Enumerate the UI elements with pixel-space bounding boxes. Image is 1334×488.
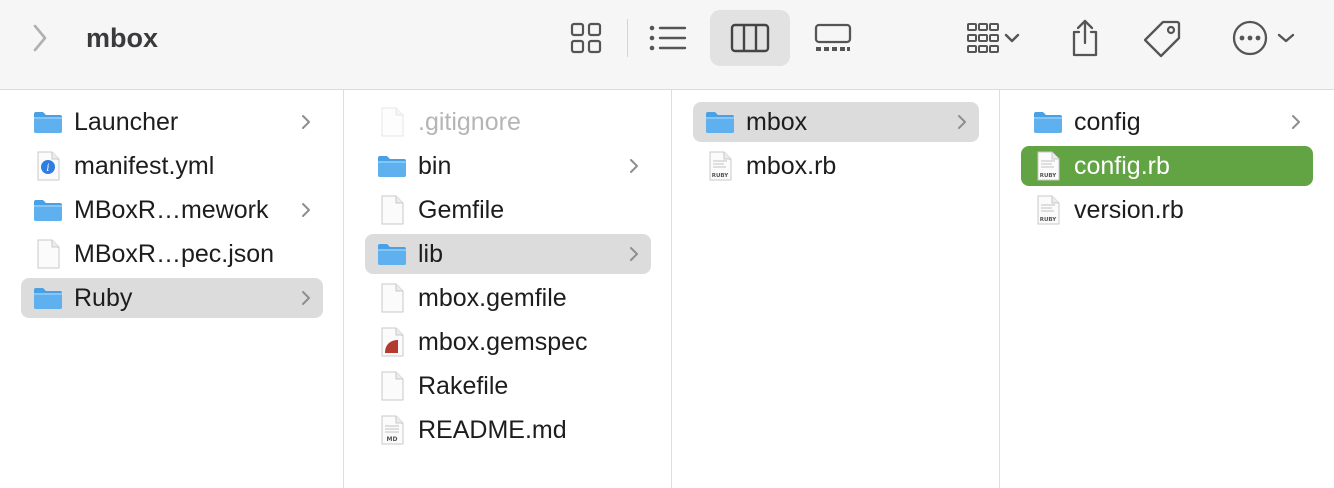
- md-file-icon: MD: [375, 414, 409, 446]
- tag-icon: [1143, 20, 1181, 58]
- item-label: MBoxR…mework: [74, 196, 269, 224]
- item-label: Rakefile: [418, 372, 509, 400]
- item-label: MBoxR…pec.json: [74, 240, 275, 268]
- gallery-view-button[interactable]: [806, 14, 860, 62]
- folder-row[interactable]: bin: [365, 146, 651, 186]
- file-row[interactable]: RUBY config.rb: [1021, 146, 1313, 186]
- chevron-right-icon: [627, 242, 641, 266]
- grid-icon: [570, 22, 602, 54]
- group-by-icon: [967, 23, 999, 53]
- browser-column[interactable]: .gitignore bin Gemfile lib mbox.gemfile …: [344, 90, 672, 488]
- chevron-right-icon: [627, 154, 641, 178]
- item-label: mbox.gemspec: [418, 328, 588, 356]
- item-label: Launcher: [74, 108, 179, 136]
- chevron-left-icon: [33, 24, 47, 52]
- ellipsis-circle-icon: [1232, 20, 1268, 56]
- svg-text:MD: MD: [387, 436, 398, 443]
- file-icon: [375, 194, 409, 226]
- item-label: Gemfile: [418, 196, 505, 224]
- svg-text:RUBY: RUBY: [1040, 217, 1058, 223]
- tag-button[interactable]: [1138, 12, 1188, 64]
- file-row[interactable]: i manifest.yml: [21, 146, 323, 186]
- folder-icon: [703, 106, 737, 138]
- more-actions-button[interactable]: [1224, 12, 1304, 64]
- chevron-right-icon: [955, 110, 969, 134]
- folder-icon: [31, 194, 65, 226]
- gallery-icon: [814, 23, 852, 51]
- file-row[interactable]: MD README.md: [365, 410, 651, 450]
- item-label: mbox.gemfile: [418, 284, 567, 312]
- ruby-file-icon: RUBY: [703, 150, 737, 182]
- columns-icon: [730, 23, 770, 53]
- item-label: version.rb: [1074, 196, 1184, 224]
- share-icon: [1072, 19, 1098, 57]
- file-icon: [375, 370, 409, 402]
- chevron-down-icon: [1004, 33, 1020, 43]
- file-row[interactable]: MBoxR…pec.json: [21, 234, 323, 274]
- share-button[interactable]: [1062, 12, 1108, 64]
- item-label: bin: [418, 152, 452, 180]
- file-row[interactable]: Gemfile: [365, 190, 651, 230]
- folder-icon: [375, 238, 409, 270]
- file-row[interactable]: mbox.gemspec: [365, 322, 651, 362]
- back-button[interactable]: [22, 20, 56, 56]
- item-label: config: [1074, 108, 1141, 136]
- browser-column[interactable]: mbox RUBY mbox.rb: [672, 90, 1000, 488]
- chevron-right-icon: [299, 198, 313, 222]
- file-icon: [375, 282, 409, 314]
- ruby-file-icon: RUBY: [1031, 150, 1065, 182]
- folder-row[interactable]: MBoxR…mework: [21, 190, 323, 230]
- item-label: README.md: [418, 416, 567, 444]
- folder-row[interactable]: config: [1021, 102, 1313, 142]
- gemspec-file-icon: [375, 326, 409, 358]
- yml-file-icon: i: [31, 150, 65, 182]
- item-label: Ruby: [74, 284, 133, 312]
- file-row[interactable]: .gitignore: [365, 102, 651, 142]
- item-label: lib: [418, 240, 444, 268]
- item-label: .gitignore: [418, 108, 521, 136]
- item-label: config.rb: [1074, 152, 1170, 180]
- toolbar: mbox: [0, 0, 1334, 90]
- item-label: mbox.rb: [746, 152, 837, 180]
- file-row[interactable]: mbox.gemfile: [365, 278, 651, 318]
- svg-text:RUBY: RUBY: [1040, 173, 1058, 179]
- chevron-right-icon: [299, 110, 313, 134]
- svg-text:RUBY: RUBY: [712, 173, 730, 179]
- folder-icon: [31, 282, 65, 314]
- chevron-right-icon: [299, 286, 313, 310]
- folder-row[interactable]: mbox: [693, 102, 979, 142]
- folder-row[interactable]: Ruby: [21, 278, 323, 318]
- folder-icon: [375, 150, 409, 182]
- chevron-down-icon: [1277, 33, 1295, 43]
- list-icon: [649, 25, 687, 51]
- browser-column[interactable]: Launcher i manifest.yml MBoxR…mework MBo…: [0, 90, 344, 488]
- icon-view-button[interactable]: [560, 14, 612, 62]
- browser-column[interactable]: config RUBY config.rb RUBY version.rb: [1000, 90, 1334, 488]
- folder-icon: [31, 106, 65, 138]
- ruby-file-icon: RUBY: [1031, 194, 1065, 226]
- toolbar-separator: [627, 19, 628, 57]
- item-label: mbox: [746, 108, 808, 136]
- file-row[interactable]: RUBY version.rb: [1021, 190, 1313, 230]
- file-row[interactable]: Rakefile: [365, 366, 651, 406]
- file-icon: [31, 238, 65, 270]
- file-row[interactable]: RUBY mbox.rb: [693, 146, 979, 186]
- svg-text:i: i: [46, 163, 49, 174]
- folder-row[interactable]: lib: [365, 234, 651, 274]
- folder-icon: [1031, 106, 1065, 138]
- list-view-button[interactable]: [640, 14, 696, 62]
- chevron-right-icon: [1289, 110, 1303, 134]
- item-label: manifest.yml: [74, 152, 215, 180]
- folder-row[interactable]: Launcher: [21, 102, 323, 142]
- group-by-button[interactable]: [948, 14, 1032, 62]
- column-browser: Launcher i manifest.yml MBoxR…mework MBo…: [0, 90, 1334, 488]
- column-view-button[interactable]: [710, 10, 790, 66]
- window-title: mbox: [86, 23, 159, 53]
- file-icon: [375, 106, 409, 138]
